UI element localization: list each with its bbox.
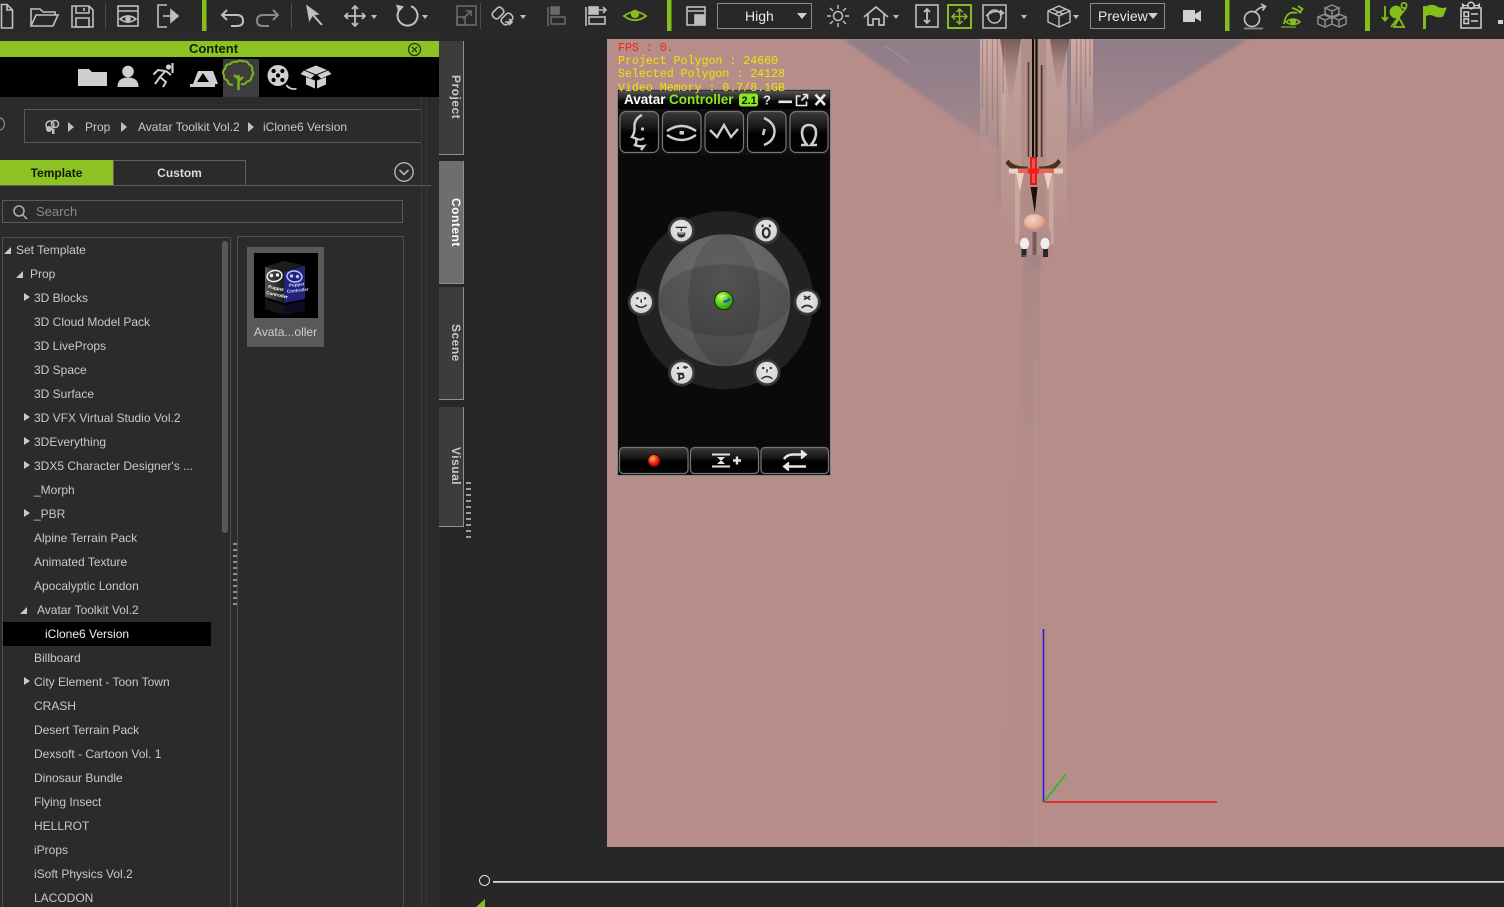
svg-text:High: High <box>745 8 774 24</box>
svg-text:2.1: 2.1 <box>742 95 757 107</box>
svg-text:Preview: Preview <box>1098 8 1149 24</box>
